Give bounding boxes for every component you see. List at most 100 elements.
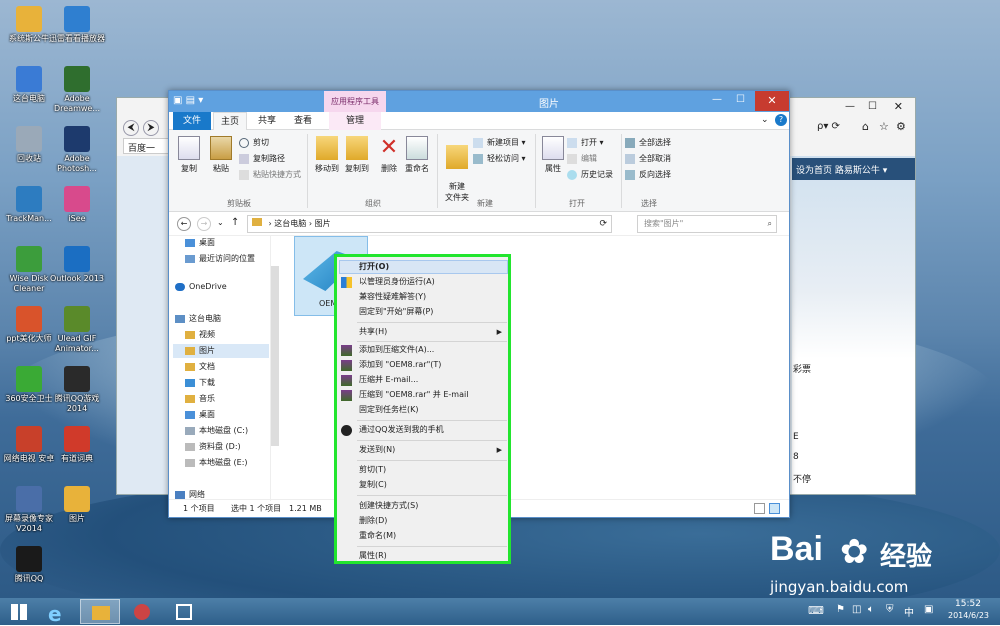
menu-item-add-archive[interactable]: 添加到压缩文件(A)... bbox=[359, 343, 434, 357]
search-icon[interactable]: ⌕ bbox=[768, 216, 772, 232]
menu-item-share[interactable]: 共享(H) bbox=[359, 325, 387, 339]
close-button[interactable]: ✕ bbox=[894, 100, 903, 113]
invert-selection-button[interactable]: 反向选择 bbox=[625, 168, 671, 182]
close-button[interactable]: ✕ bbox=[755, 91, 789, 111]
browser-page-nav[interactable]: 设为首页 路易斯公牛 ▾ bbox=[792, 158, 915, 180]
favorites-icon[interactable]: ☆ bbox=[879, 120, 889, 133]
copy-to-button[interactable]: 复制到 bbox=[341, 136, 373, 174]
tab-file[interactable]: 文件 bbox=[173, 112, 211, 130]
tab-home[interactable]: 主页 bbox=[213, 112, 247, 130]
nav-item-videos[interactable]: 视频 bbox=[183, 328, 215, 342]
desk-icon-qqgame[interactable]: 腾讯QQ游戏 2014 bbox=[48, 366, 106, 414]
nav-item-documents[interactable]: 文档 bbox=[183, 360, 215, 374]
menu-item-send-to[interactable]: 发送到(N) bbox=[359, 443, 395, 457]
refresh-icon[interactable]: ⟳ bbox=[599, 216, 607, 232]
tab-view[interactable]: 查看 bbox=[285, 112, 321, 130]
details-view-icon[interactable] bbox=[754, 503, 765, 514]
forward-icon[interactable]: → bbox=[197, 217, 211, 231]
minimize-button[interactable]: — bbox=[845, 101, 855, 112]
new-folder-button[interactable]: 新建 文件夹 bbox=[441, 136, 473, 203]
move-to-button[interactable]: 移动到 bbox=[311, 136, 343, 174]
explorer-titlebar[interactable]: ▣ ▤ ▾ 应用程序工具 图片 — ☐ ✕ bbox=[169, 91, 789, 112]
keyboard-icon[interactable]: ⌨ bbox=[808, 604, 824, 617]
address-input[interactable]: › 这台电脑 › 图片 ⟳ bbox=[247, 215, 612, 233]
edit-button[interactable]: 编辑 bbox=[567, 152, 597, 166]
menu-item-pin-start[interactable]: 固定到"开始"屏幕(P) bbox=[359, 305, 433, 319]
maximize-button[interactable]: ☐ bbox=[868, 101, 877, 112]
select-all-button[interactable]: 全部选择 bbox=[625, 136, 671, 150]
menu-item-compress-rar-email[interactable]: 压缩到 "OEM8.rar" 并 E-mail bbox=[359, 388, 468, 402]
network-icon[interactable]: ◫ bbox=[852, 604, 861, 615]
menu-item-create-shortcut[interactable]: 创建快捷方式(S) bbox=[359, 499, 418, 513]
menu-item-delete[interactable]: 删除(D) bbox=[359, 514, 387, 528]
menu-item-compress-email[interactable]: 压缩并 E-mail... bbox=[359, 373, 418, 387]
desk-icon-photoshop[interactable]: Adobe Photosh... bbox=[48, 126, 106, 174]
back-icon[interactable]: ← bbox=[177, 217, 191, 231]
taskbar-app-2[interactable] bbox=[164, 599, 204, 624]
desk-icon-xunlei[interactable]: 迅雷看看播放器 bbox=[48, 6, 106, 44]
nav-item-drive-c[interactable]: 本地磁盘 (C:) bbox=[183, 424, 248, 438]
nav-item-drive-d[interactable]: 资料盘 (D:) bbox=[183, 440, 241, 454]
easy-access-button[interactable]: 轻松访问 ▾ bbox=[473, 152, 526, 166]
ime-indicator[interactable]: 中 bbox=[904, 604, 914, 619]
flag-icon[interactable]: ⚑ bbox=[836, 604, 845, 615]
cut-button[interactable]: 剪切 bbox=[239, 136, 269, 150]
nav-item-pictures[interactable]: 图片 bbox=[173, 344, 269, 358]
menu-item-cut[interactable]: 剪切(T) bbox=[359, 463, 386, 477]
menu-item-copy[interactable]: 复制(C) bbox=[359, 478, 387, 492]
menu-item-compat[interactable]: 兼容性疑难解答(Y) bbox=[359, 290, 426, 304]
gear-icon[interactable]: ⚙ bbox=[896, 120, 906, 133]
tab-share[interactable]: 共享 bbox=[249, 112, 285, 130]
paste-shortcut-button[interactable]: 粘贴快捷方式 bbox=[239, 168, 301, 182]
select-none-button[interactable]: 全部取消 bbox=[625, 152, 671, 166]
paste-button[interactable]: 粘贴 bbox=[205, 136, 237, 174]
search-input[interactable]: 搜索"图片" ⌕ bbox=[637, 215, 777, 233]
browser-search-controls[interactable]: ρ▾ ⟳ bbox=[817, 121, 840, 132]
desk-icon-ulead[interactable]: Ulead GIF Animator... bbox=[48, 306, 106, 354]
desk-icon-outlook[interactable]: Outlook 2013 bbox=[48, 246, 106, 284]
menu-item-properties[interactable]: 属性(R) bbox=[359, 549, 387, 563]
desk-icon-trans[interactable]: 有道词典 bbox=[48, 426, 106, 464]
menu-item-run-as-admin[interactable]: 以管理员身份运行(A) bbox=[359, 275, 435, 289]
taskbar-ie[interactable]: e bbox=[38, 599, 78, 626]
notification-icon[interactable]: ▣ bbox=[924, 604, 933, 615]
menu-item-add-rar[interactable]: 添加到 "OEM8.rar"(T) bbox=[359, 358, 441, 372]
nav-item-recent[interactable]: 最近访问的位置 bbox=[183, 252, 255, 266]
nav-item-drive-e[interactable]: 本地磁盘 (E:) bbox=[183, 456, 248, 470]
taskbar-explorer[interactable] bbox=[80, 599, 120, 624]
new-item-button[interactable]: 新建项目 ▾ bbox=[473, 136, 526, 150]
breadcrumb-this-pc[interactable]: 这台电脑 bbox=[274, 219, 306, 228]
menu-item-open[interactable]: 打开(O) bbox=[359, 260, 389, 274]
desk-icon-isee[interactable]: iSee bbox=[48, 186, 106, 224]
nav-item-downloads[interactable]: 下载 bbox=[183, 376, 215, 390]
nav-item-music[interactable]: 音乐 bbox=[183, 392, 215, 406]
forward-icon[interactable]: ⮞ bbox=[143, 120, 159, 136]
properties-button[interactable]: 属性 bbox=[537, 136, 569, 174]
copy-button[interactable]: 复制 bbox=[173, 136, 205, 174]
clock-time[interactable]: 15:52 bbox=[955, 599, 981, 609]
quick-access-toolbar[interactable]: ▣ ▤ ▾ bbox=[173, 95, 203, 106]
start-button[interactable] bbox=[2, 599, 36, 624]
tab-manage[interactable]: 管理 bbox=[329, 112, 381, 130]
menu-item-pin-taskbar[interactable]: 固定到任务栏(K) bbox=[359, 403, 419, 417]
minimize-button[interactable]: — bbox=[712, 94, 722, 105]
ribbon-collapse-icon[interactable]: ⌄ bbox=[761, 115, 769, 125]
speaker-icon[interactable]: 🔈︎ bbox=[868, 604, 874, 615]
desk-icon-qq[interactable]: 腾讯QQ bbox=[0, 546, 58, 584]
back-icon[interactable]: ⮜ bbox=[123, 120, 139, 136]
nav-item-desktop-2[interactable]: 桌面 bbox=[183, 408, 215, 422]
browser-tab[interactable]: 百度一 bbox=[123, 138, 173, 154]
home-icon[interactable]: ⌂ bbox=[862, 120, 869, 133]
large-icons-view-icon[interactable] bbox=[769, 503, 780, 514]
maximize-button[interactable]: ☐ bbox=[736, 94, 745, 105]
copy-path-button[interactable]: 复制路径 bbox=[239, 152, 285, 166]
nav-item-onedrive[interactable]: OneDrive bbox=[173, 280, 227, 294]
nav-item-desktop[interactable]: 桌面 bbox=[183, 236, 215, 250]
clock-date[interactable]: 2014/6/23 bbox=[948, 611, 989, 620]
up-icon[interactable]: ↑ bbox=[231, 217, 239, 228]
menu-item-send-qq[interactable]: 通过QQ发送到我的手机 bbox=[359, 423, 444, 437]
rename-button[interactable]: 重命名 bbox=[401, 136, 433, 174]
shield-icon[interactable]: ⛨ bbox=[886, 604, 894, 615]
chevron-down-icon[interactable]: ⌄ bbox=[217, 218, 224, 227]
scrollbar[interactable] bbox=[271, 266, 279, 446]
